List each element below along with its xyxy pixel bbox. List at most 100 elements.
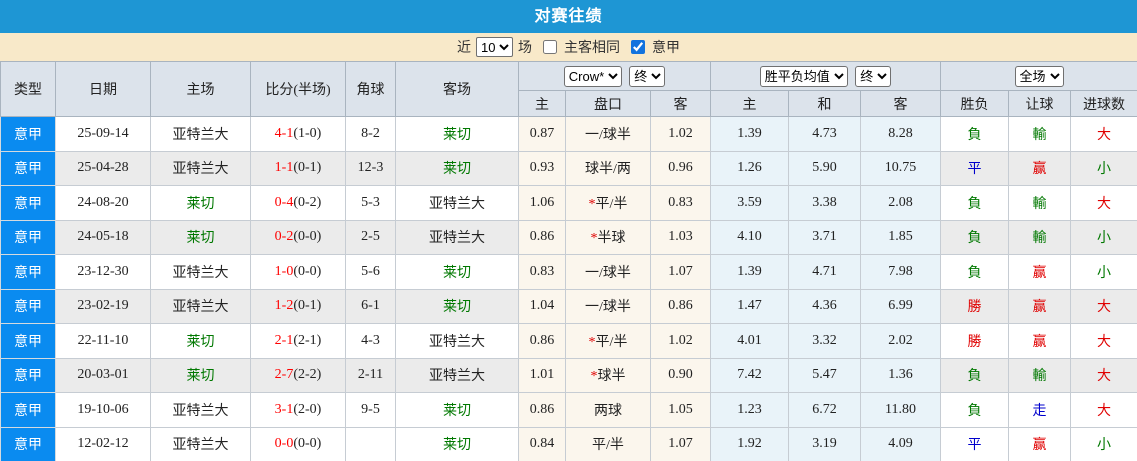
col-header-handicap: 盘口 bbox=[565, 90, 651, 117]
avg-type-select[interactable]: 胜平负均值 bbox=[759, 65, 848, 87]
handicap-cell: *半球 bbox=[565, 219, 651, 255]
panel-title: 对赛往绩 bbox=[0, 0, 1137, 33]
col-header-odds-away: 客 bbox=[650, 90, 711, 117]
col-header-goals: 进球数 bbox=[1070, 90, 1137, 117]
table-row: 意甲 25-09-14 亚特兰大 4-1(1-0) 8-2 莱切 0.87 一/球半 1.02 1… bbox=[0, 116, 1137, 152]
home-team-cell[interactable]: 莱切 bbox=[150, 219, 251, 255]
away-team-cell[interactable]: 亚特兰大 bbox=[395, 219, 519, 255]
date-cell: 12-02-12 bbox=[55, 426, 151, 461]
home-team-cell[interactable]: 亚特兰大 bbox=[150, 392, 251, 428]
avg-lose-cell: 4.09 bbox=[860, 426, 941, 461]
wdl-cell: 勝 bbox=[940, 288, 1009, 324]
away-team-cell[interactable]: 亚特兰大 bbox=[395, 185, 519, 221]
goals-cell: 小 bbox=[1070, 219, 1137, 255]
home-odds-cell: 0.83 bbox=[518, 254, 566, 290]
away-team-cell[interactable]: 莱切 bbox=[395, 426, 519, 461]
handicap-cell: 两球 bbox=[565, 392, 651, 428]
home-team-cell[interactable]: 莱切 bbox=[150, 357, 251, 393]
away-team-cell[interactable]: 莱切 bbox=[395, 116, 519, 152]
home-team-cell[interactable]: 亚特兰大 bbox=[150, 116, 251, 152]
col-header-avg-lose: 客 bbox=[860, 90, 941, 117]
home-odds-cell: 1.04 bbox=[518, 288, 566, 324]
home-team-cell[interactable]: 亚特兰大 bbox=[150, 426, 251, 461]
avg-win-cell: 4.10 bbox=[710, 219, 789, 255]
score-cell: 0-2(0-0) bbox=[250, 219, 346, 255]
wdl-cell: 負 bbox=[940, 219, 1009, 255]
away-team-cell[interactable]: 莱切 bbox=[395, 288, 519, 324]
corner-cell: 12-3 bbox=[345, 150, 396, 186]
away-team-cell[interactable]: 亚特兰大 bbox=[395, 323, 519, 359]
away-odds-cell: 0.96 bbox=[650, 150, 711, 186]
date-cell: 20-03-01 bbox=[55, 357, 151, 393]
avg-win-cell: 1.26 bbox=[710, 150, 789, 186]
home-odds-cell: 0.87 bbox=[518, 116, 566, 152]
date-cell: 23-02-19 bbox=[55, 288, 151, 324]
table-row: 意甲 25-04-28 亚特兰大 1-1(0-1) 12-3 莱切 0.93 球半/两 0.96… bbox=[0, 150, 1137, 186]
score-cell: 0-4(0-2) bbox=[250, 185, 346, 221]
goals-cell: 小 bbox=[1070, 150, 1137, 186]
same-venue-checkbox[interactable] bbox=[543, 40, 557, 54]
wdl-cell: 負 bbox=[940, 357, 1009, 393]
avg-group-header: 胜平负均值 终 bbox=[710, 61, 941, 91]
away-odds-cell: 1.07 bbox=[650, 254, 711, 290]
home-team-cell[interactable]: 亚特兰大 bbox=[150, 288, 251, 324]
halftime-score: (0-1) bbox=[293, 298, 322, 314]
corner-cell: 4-3 bbox=[345, 323, 396, 359]
home-team-cell[interactable]: 莱切 bbox=[150, 185, 251, 221]
avg-draw-cell: 5.90 bbox=[788, 150, 861, 186]
col-header-wdl: 胜负 bbox=[940, 90, 1009, 117]
home-odds-cell: 0.86 bbox=[518, 392, 566, 428]
corner-cell: 8-2 bbox=[345, 116, 396, 152]
avg-lose-cell: 2.02 bbox=[860, 323, 941, 359]
home-team-cell[interactable]: 亚特兰大 bbox=[150, 254, 251, 290]
away-odds-cell: 1.02 bbox=[650, 116, 711, 152]
avg-win-cell: 1.47 bbox=[710, 288, 789, 324]
away-team-cell[interactable]: 莱切 bbox=[395, 254, 519, 290]
table-row: 意甲 20-03-01 莱切 2-7(2-2) 2-11 亚特兰大 1.01 *球半 0.90 7… bbox=[0, 357, 1137, 393]
date-cell: 25-09-14 bbox=[55, 116, 151, 152]
bookmaker-select[interactable]: Crow* bbox=[563, 65, 622, 87]
league-cell: 意甲 bbox=[0, 288, 56, 324]
home-team-cell[interactable]: 莱切 bbox=[150, 323, 251, 359]
away-odds-cell: 1.03 bbox=[650, 219, 711, 255]
avg-draw-cell: 3.38 bbox=[788, 185, 861, 221]
avg-draw-cell: 3.71 bbox=[788, 219, 861, 255]
league-cell: 意甲 bbox=[0, 392, 56, 428]
avg-lose-cell: 11.80 bbox=[860, 392, 941, 428]
avg-lose-cell: 8.28 bbox=[860, 116, 941, 152]
league-filter-checkbox[interactable] bbox=[631, 40, 645, 54]
away-team-cell[interactable]: 莱切 bbox=[395, 392, 519, 428]
league-cell: 意甲 bbox=[0, 150, 56, 186]
col-header-avg-draw: 和 bbox=[788, 90, 861, 117]
home-team-cell[interactable]: 亚特兰大 bbox=[150, 150, 251, 186]
handicap-result-cell: 走 bbox=[1008, 392, 1071, 428]
away-team-cell[interactable]: 亚特兰大 bbox=[395, 357, 519, 393]
corner-cell: 9-5 bbox=[345, 392, 396, 428]
table-row: 意甲 23-12-30 亚特兰大 1-0(0-0) 5-6 莱切 0.83 一/球半 1.07 1… bbox=[0, 254, 1137, 290]
avg-time-select[interactable]: 终 bbox=[855, 65, 892, 87]
wdl-cell: 平 bbox=[940, 150, 1009, 186]
match-count-select[interactable]: 10 bbox=[476, 37, 513, 57]
home-odds-cell: 1.06 bbox=[518, 185, 566, 221]
period-select[interactable]: 全场 bbox=[1014, 65, 1064, 87]
handicap-result-cell: 輸 bbox=[1008, 116, 1071, 152]
date-cell: 19-10-06 bbox=[55, 392, 151, 428]
handicap-result-cell: 輸 bbox=[1008, 219, 1071, 255]
score-cell: 2-7(2-2) bbox=[250, 357, 346, 393]
odds-time-select[interactable]: 终 bbox=[629, 65, 666, 87]
h2h-table: 类型 日期 主场 比分(半场) 角球 客场 Crow* 终 胜平负均值 终 全场… bbox=[0, 61, 1137, 461]
avg-draw-cell: 4.71 bbox=[788, 254, 861, 290]
away-team-cell[interactable]: 莱切 bbox=[395, 150, 519, 186]
fulltime-score: 1-2 bbox=[274, 298, 294, 314]
avg-lose-cell: 1.36 bbox=[860, 357, 941, 393]
table-row: 意甲 24-08-20 莱切 0-4(0-2) 5-3 亚特兰大 1.06 *平/半 0.83 3… bbox=[0, 185, 1137, 221]
league-cell: 意甲 bbox=[0, 323, 56, 359]
star-mark: * bbox=[588, 334, 596, 350]
league-cell: 意甲 bbox=[0, 357, 56, 393]
handicap-cell: 球半/两 bbox=[565, 150, 651, 186]
avg-draw-cell: 6.72 bbox=[788, 392, 861, 428]
col-header-home: 主场 bbox=[150, 61, 251, 117]
halftime-score: (0-1) bbox=[293, 160, 322, 176]
halftime-score: (2-0) bbox=[293, 401, 322, 417]
corner-cell: 2-5 bbox=[345, 219, 396, 255]
